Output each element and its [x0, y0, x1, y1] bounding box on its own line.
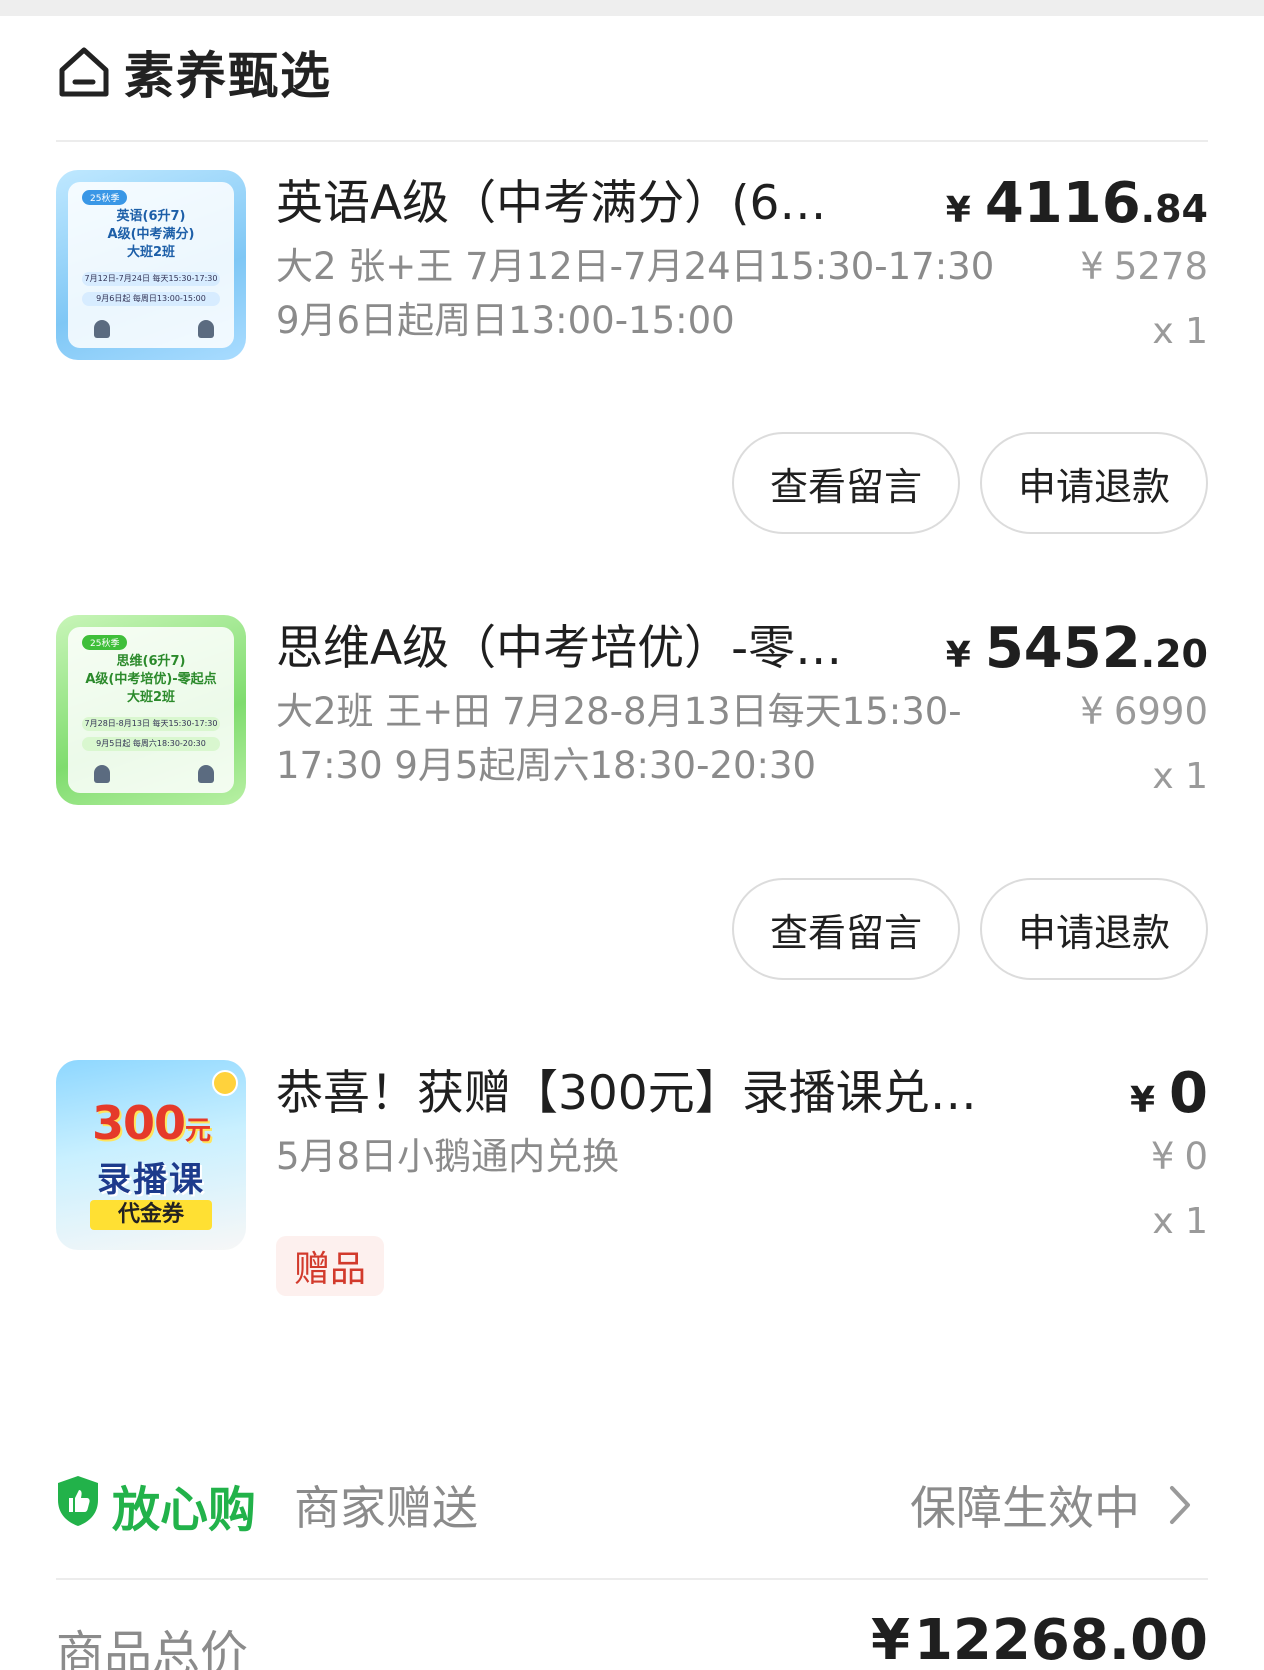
thumbnail-title: 思维(6升7) A级(中考培优)-零起点 大班2班 — [85, 654, 217, 705]
original-price: ¥5278 — [1080, 245, 1208, 288]
product-actions: 查看留言 申请退款 — [732, 878, 1208, 980]
gift-badge: 赠品 — [276, 1236, 384, 1296]
product-quantity: x 1 — [1152, 311, 1208, 352]
product-description: 大2 张+王 7月12日-7月24日15:30-17:30 9月6日起周日13:… — [276, 245, 995, 342]
avatar — [94, 765, 110, 783]
product-title[interactable]: 恭喜！获赠【300元】录播课兑… — [276, 1064, 1056, 1124]
thumbnail-schedule-line: 7月12日-7月24日 每天15:30-17:30 — [82, 272, 220, 286]
product-price: ¥5452.20 — [945, 616, 1208, 681]
coupon-ticket-label: 代金券 — [90, 1200, 212, 1230]
total-price: ¥12268.00 — [871, 1608, 1208, 1670]
home-icon — [59, 47, 109, 97]
order-detail-page: 素养甄选 25秋季 英语(6升7) A级(中考满分) 大班2班 7月12日-7月… — [0, 0, 1264, 1670]
product-title[interactable]: 思维A级（中考培优）-零… — [276, 619, 896, 679]
product-quantity: x 1 — [1152, 756, 1208, 797]
request-refund-button[interactable]: 申请退款 — [980, 878, 1208, 980]
original-price: ¥0 — [1150, 1135, 1208, 1178]
product-title[interactable]: 英语A级（中考满分）(6… — [276, 174, 896, 234]
teacher-avatars — [94, 320, 214, 338]
thumbnail-title: 英语(6升7) A级(中考满分) 大班2班 — [107, 209, 195, 260]
coupon-amount: 300元 — [91, 1096, 211, 1150]
avatar — [198, 320, 214, 338]
view-message-button[interactable]: 查看留言 — [732, 878, 960, 980]
product-description: 大2班 王+田 7月28-8月13日每天15:30-17:30 9月5起周六18… — [276, 690, 962, 787]
product-actions: 查看留言 申请退款 — [732, 432, 1208, 534]
product-description: 5月8日小鹅通内兑换 — [276, 1135, 620, 1178]
thumbnail-schedule-line: 9月6日起 每周日13:00-15:00 — [82, 292, 220, 306]
chevron-right-icon[interactable] — [1164, 1482, 1196, 1528]
avatar — [94, 320, 110, 338]
product-row-gift-coupon[interactable]: 300元 录播课 代金券 恭喜！获赠【300元】录播课兑… ¥0 5月8日小鹅通… — [56, 1060, 1208, 1300]
product-thumbnail[interactable]: 300元 录播课 代金券 — [56, 1060, 246, 1250]
divider — [56, 1578, 1208, 1580]
thumbnail-schedule-line: 9月5日起 每周六18:30-20:30 — [82, 737, 220, 751]
avatar — [198, 765, 214, 783]
mascot-icon — [212, 1070, 238, 1096]
assurance-status: 保障生效中 — [910, 1481, 1140, 1535]
assurance-subtitle: 商家赠送 — [294, 1481, 478, 1535]
assurance-brand: 放心购 — [112, 1482, 257, 1538]
product-price: ¥4116.84 — [945, 171, 1208, 236]
shop-name: 素养甄选 — [124, 47, 332, 105]
product-thumbnail[interactable]: 25秋季 思维(6升7) A级(中考培优)-零起点 大班2班 7月28日-8月1… — [56, 615, 246, 805]
thumbnail-schedule-line: 7月28日-8月13日 每天15:30-17:30 — [82, 717, 220, 731]
thumbnail-card: 25秋季 英语(6升7) A级(中考满分) 大班2班 7月12日-7月24日 每… — [68, 182, 234, 348]
thumbnail-tag: 25秋季 — [82, 190, 128, 205]
status-bar-strip — [0, 0, 1264, 16]
assurance-row[interactable]: 放心购 商家赠送 保障生效中 — [56, 1462, 1208, 1542]
request-refund-button[interactable]: 申请退款 — [980, 432, 1208, 534]
thumbnail-tag: 25秋季 — [82, 635, 128, 650]
original-price: ¥6990 — [1080, 690, 1208, 733]
product-price: ¥0 — [1129, 1061, 1208, 1126]
thumbnail-card: 25秋季 思维(6升7) A级(中考培优)-零起点 大班2班 7月28日-8月1… — [68, 627, 234, 793]
divider — [56, 140, 1208, 142]
coupon-line: 录播课 — [97, 1160, 205, 1200]
shield-thumbs-up-icon — [58, 1476, 98, 1526]
total-label: 商品总价 — [56, 1626, 249, 1670]
teacher-avatars — [94, 765, 214, 783]
product-row-thinking[interactable]: 25秋季 思维(6升7) A级(中考培优)-零起点 大班2班 7月28日-8月1… — [56, 615, 1208, 805]
product-row-english[interactable]: 25秋季 英语(6升7) A级(中考满分) 大班2班 7月12日-7月24日 每… — [56, 170, 1208, 360]
view-message-button[interactable]: 查看留言 — [732, 432, 960, 534]
product-thumbnail[interactable]: 25秋季 英语(6升7) A级(中考满分) 大班2班 7月12日-7月24日 每… — [56, 170, 246, 360]
product-quantity: x 1 — [1152, 1201, 1208, 1242]
shop-header[interactable]: 素养甄选 — [56, 36, 332, 108]
